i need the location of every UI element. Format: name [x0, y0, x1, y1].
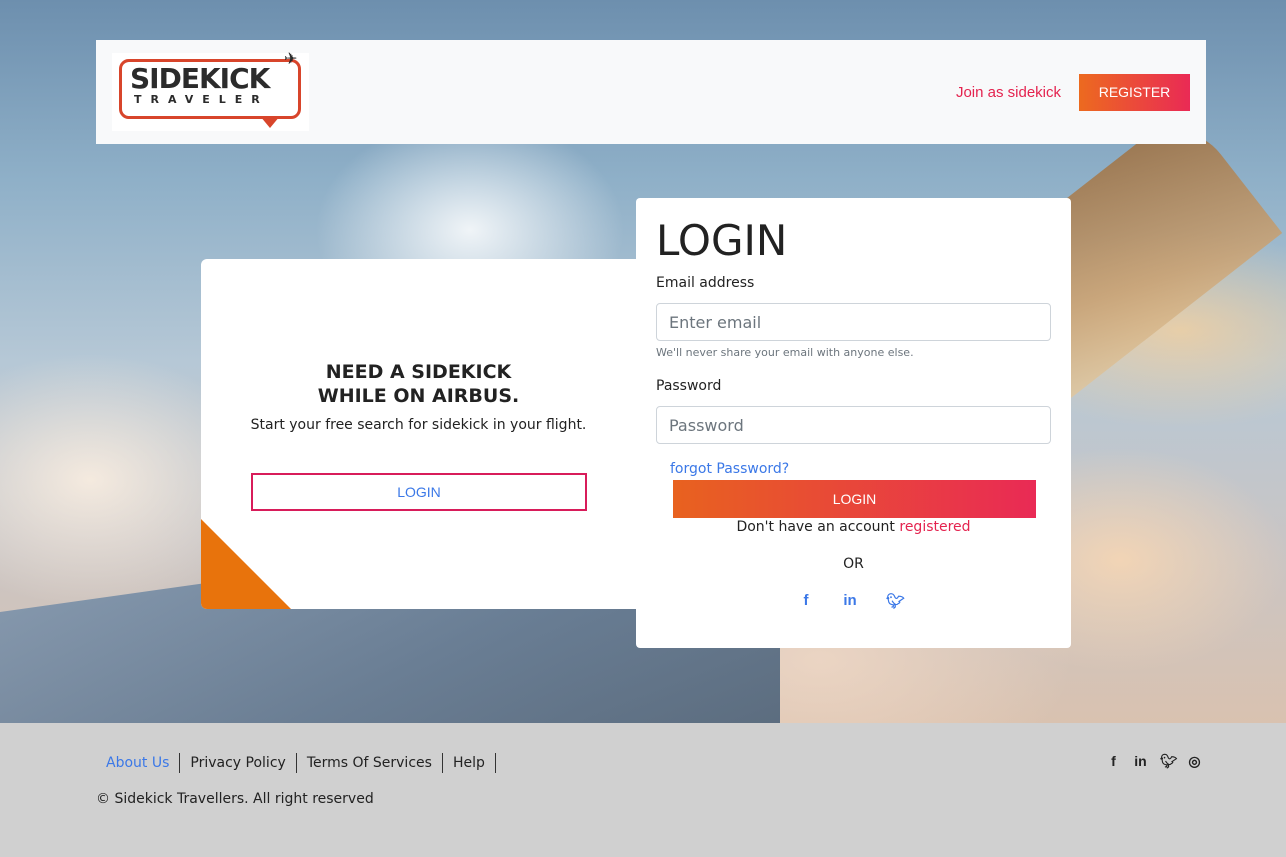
sidekick-logo[interactable]: ✈ SIDEKICK TRAVELER: [112, 49, 309, 131]
no-account-text: Don't have an account registered: [636, 519, 1071, 535]
logo-bubble-tail: [260, 116, 280, 128]
linkedin-icon[interactable]: in: [1133, 753, 1148, 770]
linkedin-icon[interactable]: in: [842, 592, 858, 610]
join-as-sidekick-link[interactable]: Join as sidekick: [956, 84, 1061, 101]
promo-login-button[interactable]: LOGIN: [251, 473, 587, 511]
email-hint: We'll never share your email with anyone…: [656, 346, 914, 359]
logo-wordmark: SIDEKICK: [130, 62, 270, 95]
email-label: Email address: [656, 275, 755, 291]
forgot-password-link[interactable]: forgot Password?: [670, 461, 789, 477]
twitter-icon[interactable]: 🐦︎: [886, 592, 905, 610]
instagram-icon[interactable]: ◎: [1187, 753, 1202, 770]
login-submit-button[interactable]: LOGIN: [673, 480, 1036, 518]
footer-link-privacy-policy[interactable]: Privacy Policy: [180, 753, 297, 773]
logo-tagline: TRAVELER: [134, 93, 269, 106]
no-account-label: Don't have an account: [736, 519, 895, 535]
social-login-icons: f in 🐦︎: [798, 592, 906, 610]
footer-link-help[interactable]: Help: [443, 753, 496, 773]
promo-corner-accent: [201, 519, 291, 609]
promo-subtitle: Start your free search for sidekick in y…: [250, 417, 587, 433]
promo-card: NEED A SIDEKICK WHILE ON AIRBUS. Start y…: [201, 259, 636, 609]
footer-social-icons: f in 🐦︎ ◎: [1106, 753, 1202, 770]
footer-link-terms-of-services[interactable]: Terms Of Services: [297, 753, 443, 773]
facebook-icon[interactable]: f: [1106, 753, 1121, 770]
or-divider: OR: [843, 556, 864, 572]
login-title: LOGIN: [656, 216, 788, 265]
email-field[interactable]: [656, 303, 1051, 341]
airplane-icon: ✈: [284, 49, 298, 68]
copyright-text: © Sidekick Travellers. All right reserve…: [96, 791, 374, 807]
password-label: Password: [656, 378, 722, 394]
facebook-icon[interactable]: f: [798, 592, 814, 610]
header-actions: Join as sidekick REGISTER: [956, 73, 1190, 111]
top-navbar: ✈ SIDEKICK TRAVELER Join as sidekick REG…: [96, 40, 1206, 144]
password-field[interactable]: [656, 406, 1051, 444]
footer-link-about-us[interactable]: About Us: [96, 753, 181, 773]
twitter-icon[interactable]: 🐦︎: [1160, 753, 1178, 770]
footer-links: About Us Privacy Policy Terms Of Service…: [96, 753, 496, 773]
register-button[interactable]: REGISTER: [1079, 73, 1190, 111]
login-card: LOGIN Email address We'll never share yo…: [636, 198, 1071, 648]
promo-title: NEED A SIDEKICK WHILE ON AIRBUS.: [317, 361, 520, 407]
registered-link[interactable]: registered: [899, 519, 970, 535]
footer: About Us Privacy Policy Terms Of Service…: [0, 723, 1286, 857]
